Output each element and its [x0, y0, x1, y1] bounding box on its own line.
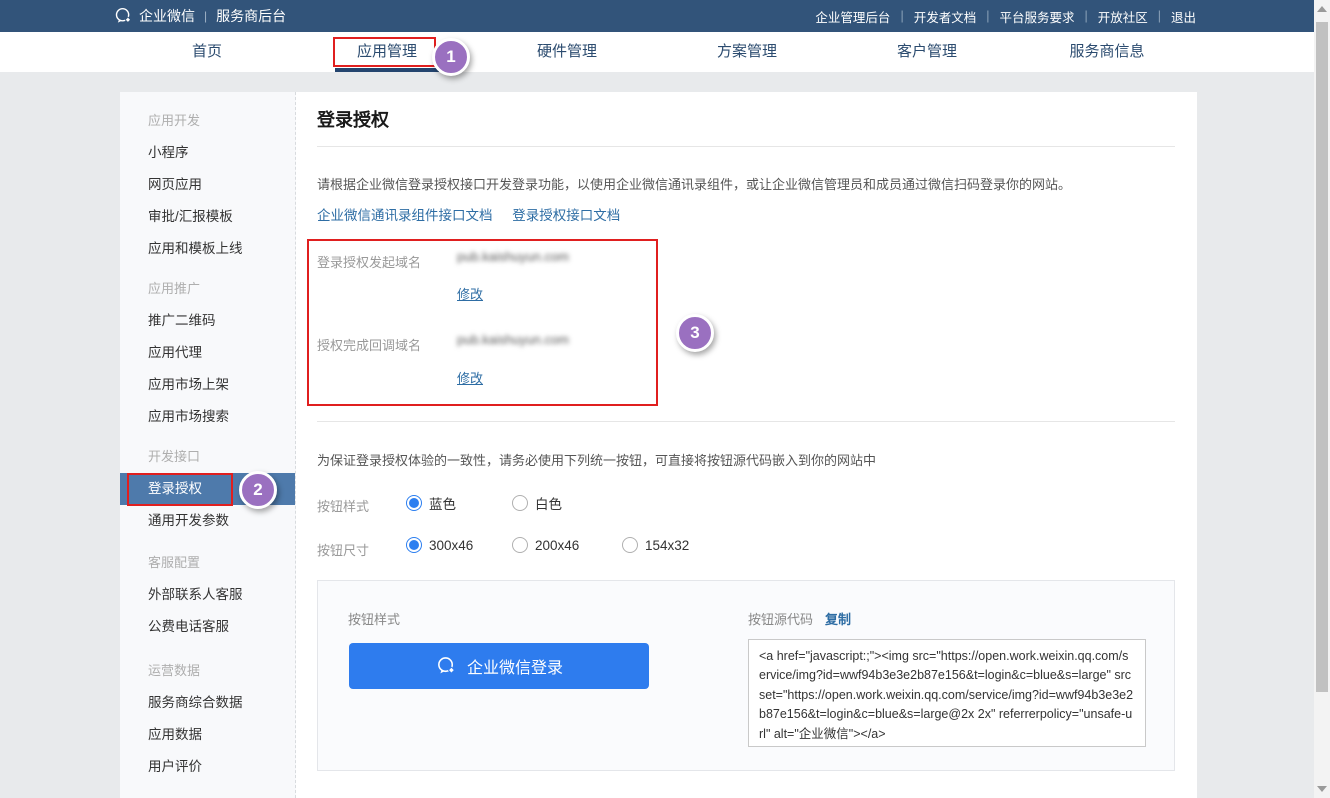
- tab-hardware-management[interactable]: 硬件管理: [477, 32, 657, 72]
- sidebar-item-approval-template[interactable]: 审批/汇报模板: [120, 201, 295, 233]
- callback-domain-modify-link[interactable]: 修改: [457, 368, 483, 387]
- scrollbar-thumb[interactable]: [1316, 22, 1328, 692]
- topbar-links: 企业管理后台 | 开发者文档 | 平台服务要求 | 开放社区 | 退出: [815, 7, 1196, 26]
- initiate-domain-modify-link[interactable]: 修改: [457, 284, 483, 303]
- wechat-work-login-button[interactable]: 企业微信登录: [349, 643, 649, 689]
- divider: [317, 146, 1175, 147]
- topbar: 企业微信 | 服务商后台 企业管理后台 | 开发者文档 | 平台服务要求 | 开…: [0, 0, 1314, 32]
- scrollbar-down-arrow-icon[interactable]: [1317, 786, 1327, 792]
- topbar-link-devdocs[interactable]: 开发者文档: [914, 7, 977, 26]
- sidebar-item-market-search[interactable]: 应用市场搜索: [120, 401, 295, 433]
- brand-name: 企业微信: [139, 6, 195, 26]
- sidebar-item-common-dev-params[interactable]: 通用开发参数: [120, 505, 295, 537]
- topbar-link-community[interactable]: 开放社区: [1098, 7, 1148, 26]
- login-auth-description: 请根据企业微信登录授权接口开发登录功能，以使用企业微信通讯录组件，或让企业微信管…: [317, 174, 1071, 193]
- brand: 企业微信 | 服务商后台: [113, 6, 286, 26]
- brand-separator: |: [204, 9, 207, 23]
- topbar-link-separator: |: [986, 9, 989, 23]
- sidebar-group-title: 应用推广: [120, 273, 295, 305]
- sidebar: 应用开发 小程序 网页应用 审批/汇报模板 应用和模板上线 应用推广 推广二维码…: [120, 92, 296, 798]
- tab-provider-info[interactable]: 服务商信息: [1017, 32, 1197, 72]
- topbar-link-separator: |: [1084, 9, 1087, 23]
- primary-nav: 首页 应用管理 硬件管理 方案管理 客户管理 服务商信息: [0, 32, 1314, 72]
- source-code-label: 按钮源代码复制: [748, 609, 851, 628]
- unified-button-note: 为保证登录授权体验的一致性，请务必使用下列统一按钮，可直接将按钮源代码嵌入到你的…: [317, 450, 876, 469]
- button-preview-panel: 按钮样式 企业微信登录 按钮源代码复制 <a href="javascript:…: [317, 580, 1175, 771]
- topbar-link-separator: |: [1158, 9, 1161, 23]
- style-option-white[interactable]: 白色: [512, 493, 562, 513]
- size-option-200x46[interactable]: 200x46: [512, 537, 579, 553]
- callback-domain-value: pub.kaishuyun.com: [457, 332, 569, 347]
- annotation-badge-2: 2: [239, 471, 277, 509]
- tab-home[interactable]: 首页: [117, 32, 297, 72]
- app-root: 企业微信 | 服务商后台 企业管理后台 | 开发者文档 | 平台服务要求 | 开…: [0, 0, 1330, 798]
- tab-solution-management[interactable]: 方案管理: [657, 32, 837, 72]
- sidebar-group-operation-data: 运营数据 服务商综合数据 应用数据 用户评价: [120, 655, 295, 783]
- sidebar-item-external-contact-cs[interactable]: 外部联系人客服: [120, 579, 295, 611]
- main-content: 登录授权 请根据企业微信登录授权接口开发登录功能，以使用企业微信通讯录组件，或让…: [296, 92, 1197, 798]
- preview-style-label: 按钮样式: [348, 609, 400, 628]
- sidebar-item-app-data[interactable]: 应用数据: [120, 719, 295, 751]
- sidebar-item-promo-qrcode[interactable]: 推广二维码: [120, 305, 295, 337]
- style-option-blue[interactable]: 蓝色: [406, 493, 456, 513]
- initiate-domain-label: 登录授权发起域名: [317, 252, 421, 271]
- topbar-link-platform-requirements[interactable]: 平台服务要求: [999, 7, 1074, 26]
- topbar-link-admin[interactable]: 企业管理后台: [815, 7, 890, 26]
- doc-links: 企业微信通讯录组件接口文档 登录授权接口文档: [317, 204, 636, 224]
- size-option-300x46[interactable]: 300x46: [406, 537, 473, 553]
- active-tab-underline: [335, 68, 439, 72]
- sidebar-item-app-template-online[interactable]: 应用和模板上线: [120, 233, 295, 265]
- login-auth-doc-link[interactable]: 登录授权接口文档: [512, 208, 620, 223]
- radio-unselected-icon[interactable]: [622, 537, 638, 553]
- wechat-work-logo-icon: [113, 6, 133, 26]
- radio-selected-icon[interactable]: [406, 495, 422, 511]
- annotation-badge-1: 1: [432, 38, 470, 76]
- sidebar-item-user-reviews[interactable]: 用户评价: [120, 751, 295, 783]
- radio-unselected-icon[interactable]: [512, 537, 528, 553]
- sidebar-group-customer-service: 客服配置 外部联系人客服 公费电话客服: [120, 547, 295, 643]
- sidebar-item-market-listing[interactable]: 应用市场上架: [120, 369, 295, 401]
- copy-source-link[interactable]: 复制: [825, 612, 851, 627]
- divider: [317, 421, 1175, 422]
- topbar-link-separator: |: [900, 9, 903, 23]
- scrollbar-up-arrow-icon[interactable]: [1317, 6, 1327, 12]
- sidebar-group-title: 应用开发: [120, 105, 295, 137]
- sidebar-item-provider-overall-data[interactable]: 服务商综合数据: [120, 687, 295, 719]
- sidebar-item-app-agent[interactable]: 应用代理: [120, 337, 295, 369]
- callback-domain-label: 授权完成回调域名: [317, 335, 421, 354]
- button-size-label: 按钮尺寸: [317, 540, 369, 559]
- brand-subtitle: 服务商后台: [216, 6, 286, 26]
- sidebar-group-title: 运营数据: [120, 655, 295, 687]
- sidebar-item-web-app[interactable]: 网页应用: [120, 169, 295, 201]
- button-source-code[interactable]: <a href="javascript:;"><img src="https:/…: [748, 639, 1146, 747]
- radio-selected-icon[interactable]: [406, 537, 422, 553]
- topbar-link-logout[interactable]: 退出: [1171, 7, 1196, 26]
- wechat-work-bubble-icon: [435, 655, 457, 677]
- annotation-badge-3: 3: [676, 314, 714, 352]
- sidebar-item-free-phone-cs[interactable]: 公费电话客服: [120, 611, 295, 643]
- sidebar-group-app-promotion: 应用推广 推广二维码 应用代理 应用市场上架 应用市场搜索: [120, 273, 295, 433]
- sidebar-group-title: 客服配置: [120, 547, 295, 579]
- button-style-label: 按钮样式: [317, 496, 369, 515]
- sidebar-item-miniprogram[interactable]: 小程序: [120, 137, 295, 169]
- size-option-154x32[interactable]: 154x32: [622, 537, 689, 553]
- initiate-domain-value: pub.kaishuyun.com: [457, 249, 569, 264]
- tab-customer-management[interactable]: 客户管理: [837, 32, 1017, 72]
- login-button-label: 企业微信登录: [467, 654, 563, 678]
- nav-tabs: 首页 应用管理 硬件管理 方案管理 客户管理 服务商信息: [117, 32, 1197, 72]
- sidebar-group-title: 开发接口: [120, 441, 295, 473]
- sidebar-group-app-dev: 应用开发 小程序 网页应用 审批/汇报模板 应用和模板上线: [120, 92, 295, 265]
- vertical-scrollbar[interactable]: [1314, 0, 1330, 798]
- radio-unselected-icon[interactable]: [512, 495, 528, 511]
- page-title: 登录授权: [317, 106, 389, 132]
- contact-component-doc-link[interactable]: 企业微信通讯录组件接口文档: [317, 208, 493, 223]
